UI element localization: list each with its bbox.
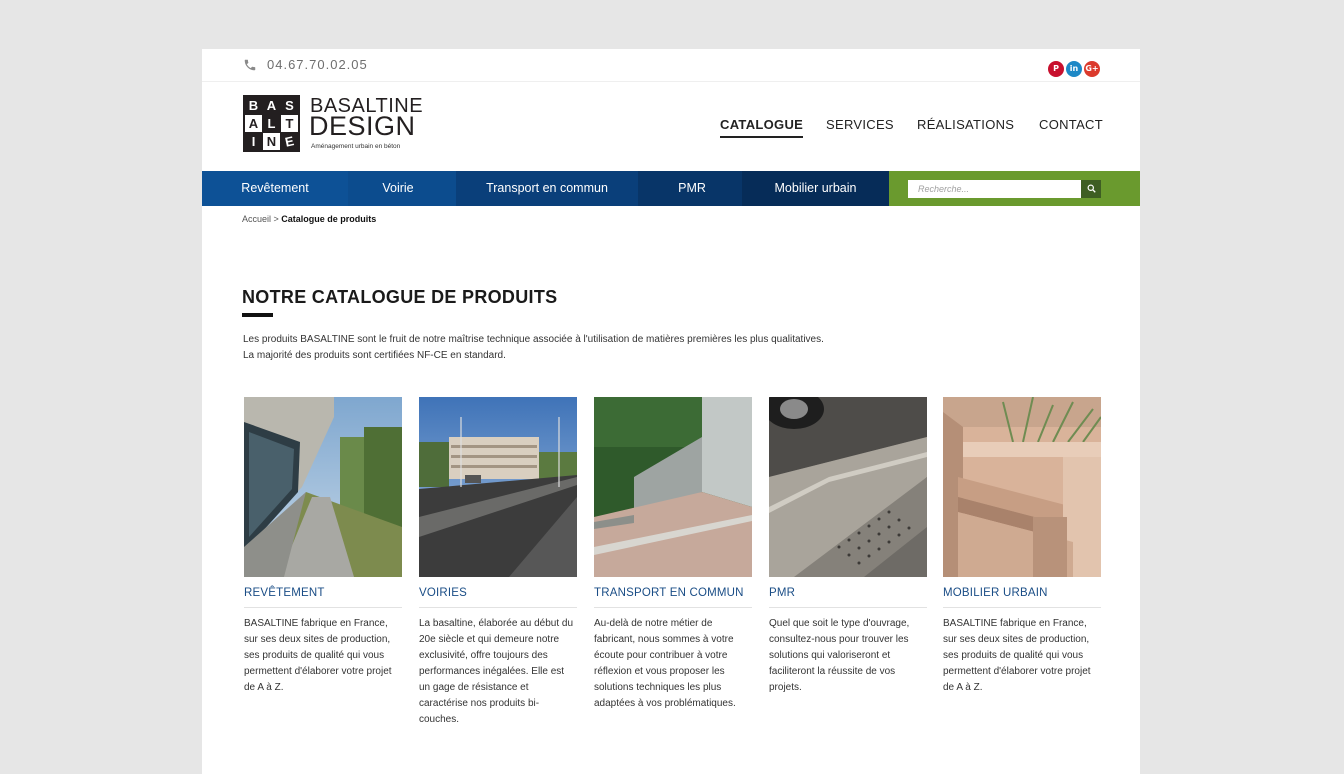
google-plus-icon[interactable]: G+ bbox=[1084, 61, 1100, 77]
logo-letter: L bbox=[267, 116, 276, 131]
category-transport[interactable]: Transport en commun bbox=[456, 171, 638, 206]
product-title[interactable]: VOIRIES bbox=[419, 587, 467, 599]
product-card-voiries[interactable]: VOIRIES La basaltine, élaborée au début … bbox=[419, 397, 577, 725]
logo-letter: E bbox=[283, 133, 296, 150]
product-card-mobilier[interactable]: MOBILIER URBAIN BASALTINE fabrique en Fr… bbox=[943, 397, 1101, 693]
divider bbox=[244, 607, 402, 608]
category-mobilier[interactable]: Mobilier urbain bbox=[742, 171, 889, 206]
intro-line: La majorité des produits sont certifiées… bbox=[243, 350, 506, 361]
breadcrumb-current: Catalogue de produits bbox=[281, 214, 377, 224]
product-title[interactable]: PMR bbox=[769, 587, 795, 599]
intro-text: Les produits BASALTINE sont le fruit de … bbox=[243, 332, 943, 364]
breadcrumb-separator: > bbox=[271, 214, 282, 224]
divider bbox=[594, 607, 752, 608]
phone-number[interactable]: 04.67.70.02.05 bbox=[267, 57, 368, 72]
logo[interactable]: B A S A L T I N E BASALTINE DESIGN Aména… bbox=[243, 95, 423, 153]
divider bbox=[943, 607, 1101, 608]
nav-label: CONTACT bbox=[1039, 117, 1103, 132]
logo-letter: I bbox=[251, 134, 256, 149]
category-revetement[interactable]: Revêtement bbox=[202, 171, 348, 206]
logo-letter: S bbox=[285, 98, 294, 113]
page-container: 04.67.70.02.05 P in G+ B A S A L T I N E… bbox=[202, 49, 1140, 774]
phone-icon bbox=[244, 59, 256, 71]
logo-letter: T bbox=[281, 115, 298, 132]
category-voirie[interactable]: Voirie bbox=[348, 171, 448, 206]
logo-title-design: DESIGN bbox=[309, 111, 416, 141]
product-image-mobilier[interactable] bbox=[943, 397, 1101, 577]
product-title[interactable]: TRANSPORT EN COMMUN bbox=[594, 587, 744, 599]
product-image-pmr[interactable] bbox=[769, 397, 927, 577]
product-card-pmr[interactable]: PMR Quel que soit le type d'ouvrage, con… bbox=[769, 397, 927, 693]
product-description: BASALTINE fabrique en France, sur ses de… bbox=[244, 618, 392, 693]
logo-letter: A bbox=[245, 115, 262, 132]
intro-line: Les produits BASALTINE sont le fruit de … bbox=[243, 334, 824, 345]
product-title[interactable]: REVÊTEMENT bbox=[244, 587, 325, 599]
logo-mark: B A S A L T I N E bbox=[243, 95, 300, 152]
page-title: NOTRE CATALOGUE DE PRODUITS bbox=[242, 287, 558, 307]
nav-label: SERVICES bbox=[826, 117, 894, 132]
linkedin-icon[interactable]: in bbox=[1066, 61, 1082, 77]
product-description: BASALTINE fabrique en France, sur ses de… bbox=[943, 618, 1091, 693]
search-input[interactable] bbox=[908, 180, 1081, 198]
breadcrumb: Accueil > Catalogue de produits bbox=[242, 214, 376, 224]
nav-contact[interactable]: CONTACT bbox=[1039, 117, 1103, 132]
logo-letter: A bbox=[266, 98, 277, 113]
product-description: Quel que soit le type d'ouvrage, consult… bbox=[769, 618, 910, 693]
product-image-transport[interactable] bbox=[594, 397, 752, 577]
nav-catalogue[interactable]: CATALOGUE bbox=[720, 117, 804, 138]
divider bbox=[419, 607, 577, 608]
logo-letter: N bbox=[263, 133, 280, 150]
search-button[interactable] bbox=[1081, 180, 1101, 198]
breadcrumb-home[interactable]: Accueil bbox=[242, 214, 271, 224]
logo-letter: B bbox=[248, 98, 259, 113]
product-title[interactable]: MOBILIER URBAIN bbox=[943, 587, 1048, 599]
logo-tagline: Aménagement urbain en béton bbox=[311, 143, 401, 150]
divider bbox=[769, 607, 927, 608]
category-bar: Revêtement Voirie Transport en commun PM… bbox=[202, 171, 1140, 206]
product-card-revetement[interactable]: REVÊTEMENT BASALTINE fabrique en France,… bbox=[244, 397, 402, 693]
nav-label: RÉALISATIONS bbox=[917, 117, 1015, 132]
nav-label: CATALOGUE bbox=[720, 117, 804, 132]
search-area bbox=[889, 171, 1140, 206]
product-description: La basaltine, élaborée au début du 20e s… bbox=[419, 618, 574, 725]
category-gap bbox=[448, 171, 456, 206]
pinterest-icon[interactable]: P bbox=[1048, 61, 1064, 77]
product-image-voiries[interactable] bbox=[419, 397, 577, 577]
product-image-revetement[interactable] bbox=[244, 397, 402, 577]
product-card-transport[interactable]: TRANSPORT EN COMMUN Au-delà de notre mét… bbox=[594, 397, 752, 709]
category-pmr[interactable]: PMR bbox=[638, 171, 746, 206]
top-bar: 04.67.70.02.05 P in G+ bbox=[202, 49, 1140, 82]
nav-active-underline bbox=[720, 136, 804, 138]
search-icon bbox=[1087, 184, 1096, 193]
nav-services[interactable]: SERVICES bbox=[826, 117, 894, 132]
product-description: Au-delà de notre métier de fabricant, no… bbox=[594, 618, 736, 709]
title-underline bbox=[242, 313, 273, 317]
nav-realisations[interactable]: RÉALISATIONS bbox=[917, 117, 1014, 132]
